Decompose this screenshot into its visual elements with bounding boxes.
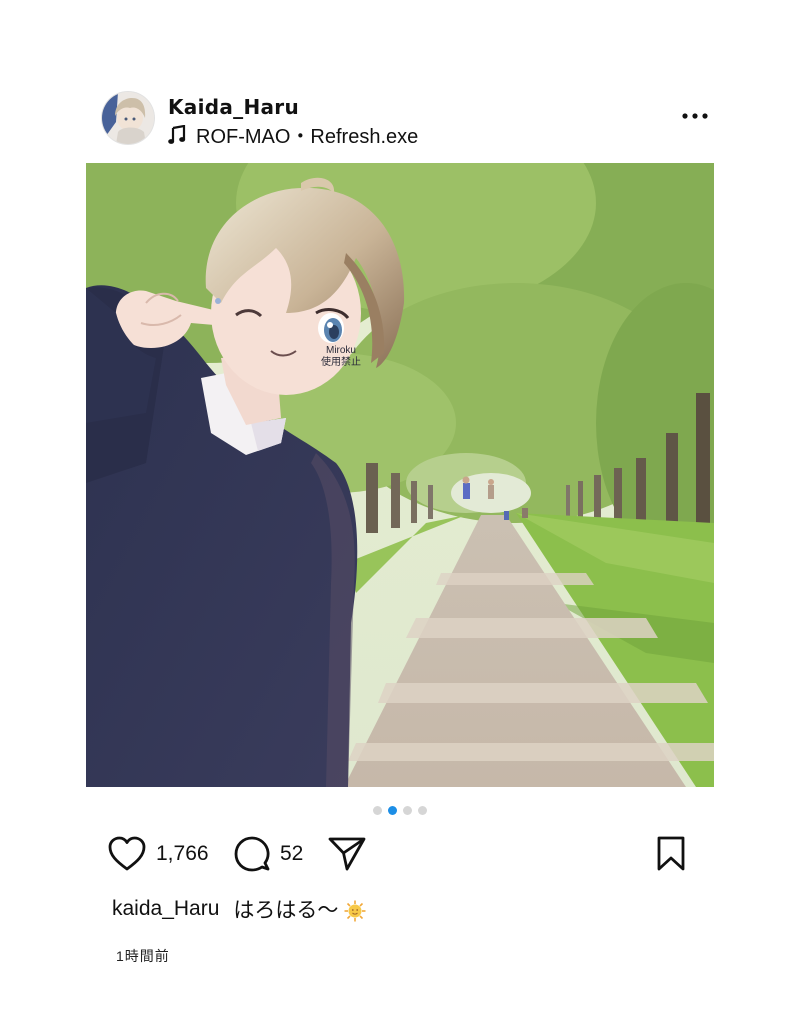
post-caption: kaida_Haru はろはる〜 <box>112 894 366 924</box>
caption-username[interactable]: kaida_Haru <box>112 897 219 921</box>
image-watermark: Miroku 使用禁止 <box>321 345 361 368</box>
caption-message: はろはる〜 <box>233 899 339 922</box>
like-button[interactable]: 1,766 <box>108 836 209 872</box>
likes-count: 1,766 <box>156 842 209 865</box>
heart-icon <box>108 836 146 871</box>
more-horizontal-icon <box>682 113 708 119</box>
caption-text: はろはる〜 <box>233 894 366 924</box>
music-note-icon <box>168 124 186 145</box>
username[interactable]: Kaida_Haru <box>168 95 299 119</box>
carousel-indicator <box>0 806 800 815</box>
music-info[interactable]: ROF-MAO・Refresh.exe <box>168 120 418 149</box>
music-label: ROF-MAO・Refresh.exe <box>196 126 419 148</box>
bookmark-icon <box>657 836 685 871</box>
comment-button[interactable]: 52 <box>234 836 303 872</box>
post-image[interactable]: Miroku 使用禁止 <box>86 163 714 787</box>
sun-with-face-emoji-icon <box>344 900 366 922</box>
share-button[interactable] <box>328 836 366 872</box>
save-button[interactable] <box>656 836 686 872</box>
avatar[interactable] <box>102 92 154 144</box>
carousel-dot <box>403 806 412 815</box>
paper-plane-icon <box>328 837 366 871</box>
more-options-button[interactable] <box>678 106 712 126</box>
carousel-dot <box>418 806 427 815</box>
action-bar: 1,766 52 <box>108 836 692 876</box>
post-header: Kaida_Haru ROF-MAO・Refresh.exe <box>102 92 708 149</box>
carousel-dot <box>373 806 382 815</box>
instagram-post: Kaida_Haru ROF-MAO・Refresh.exe Miroku 使用… <box>0 0 800 1013</box>
comment-bubble-icon <box>234 836 270 872</box>
comments-count: 52 <box>280 842 304 865</box>
carousel-dot-active <box>388 806 397 815</box>
post-timestamp: 1時間前 <box>116 948 170 964</box>
